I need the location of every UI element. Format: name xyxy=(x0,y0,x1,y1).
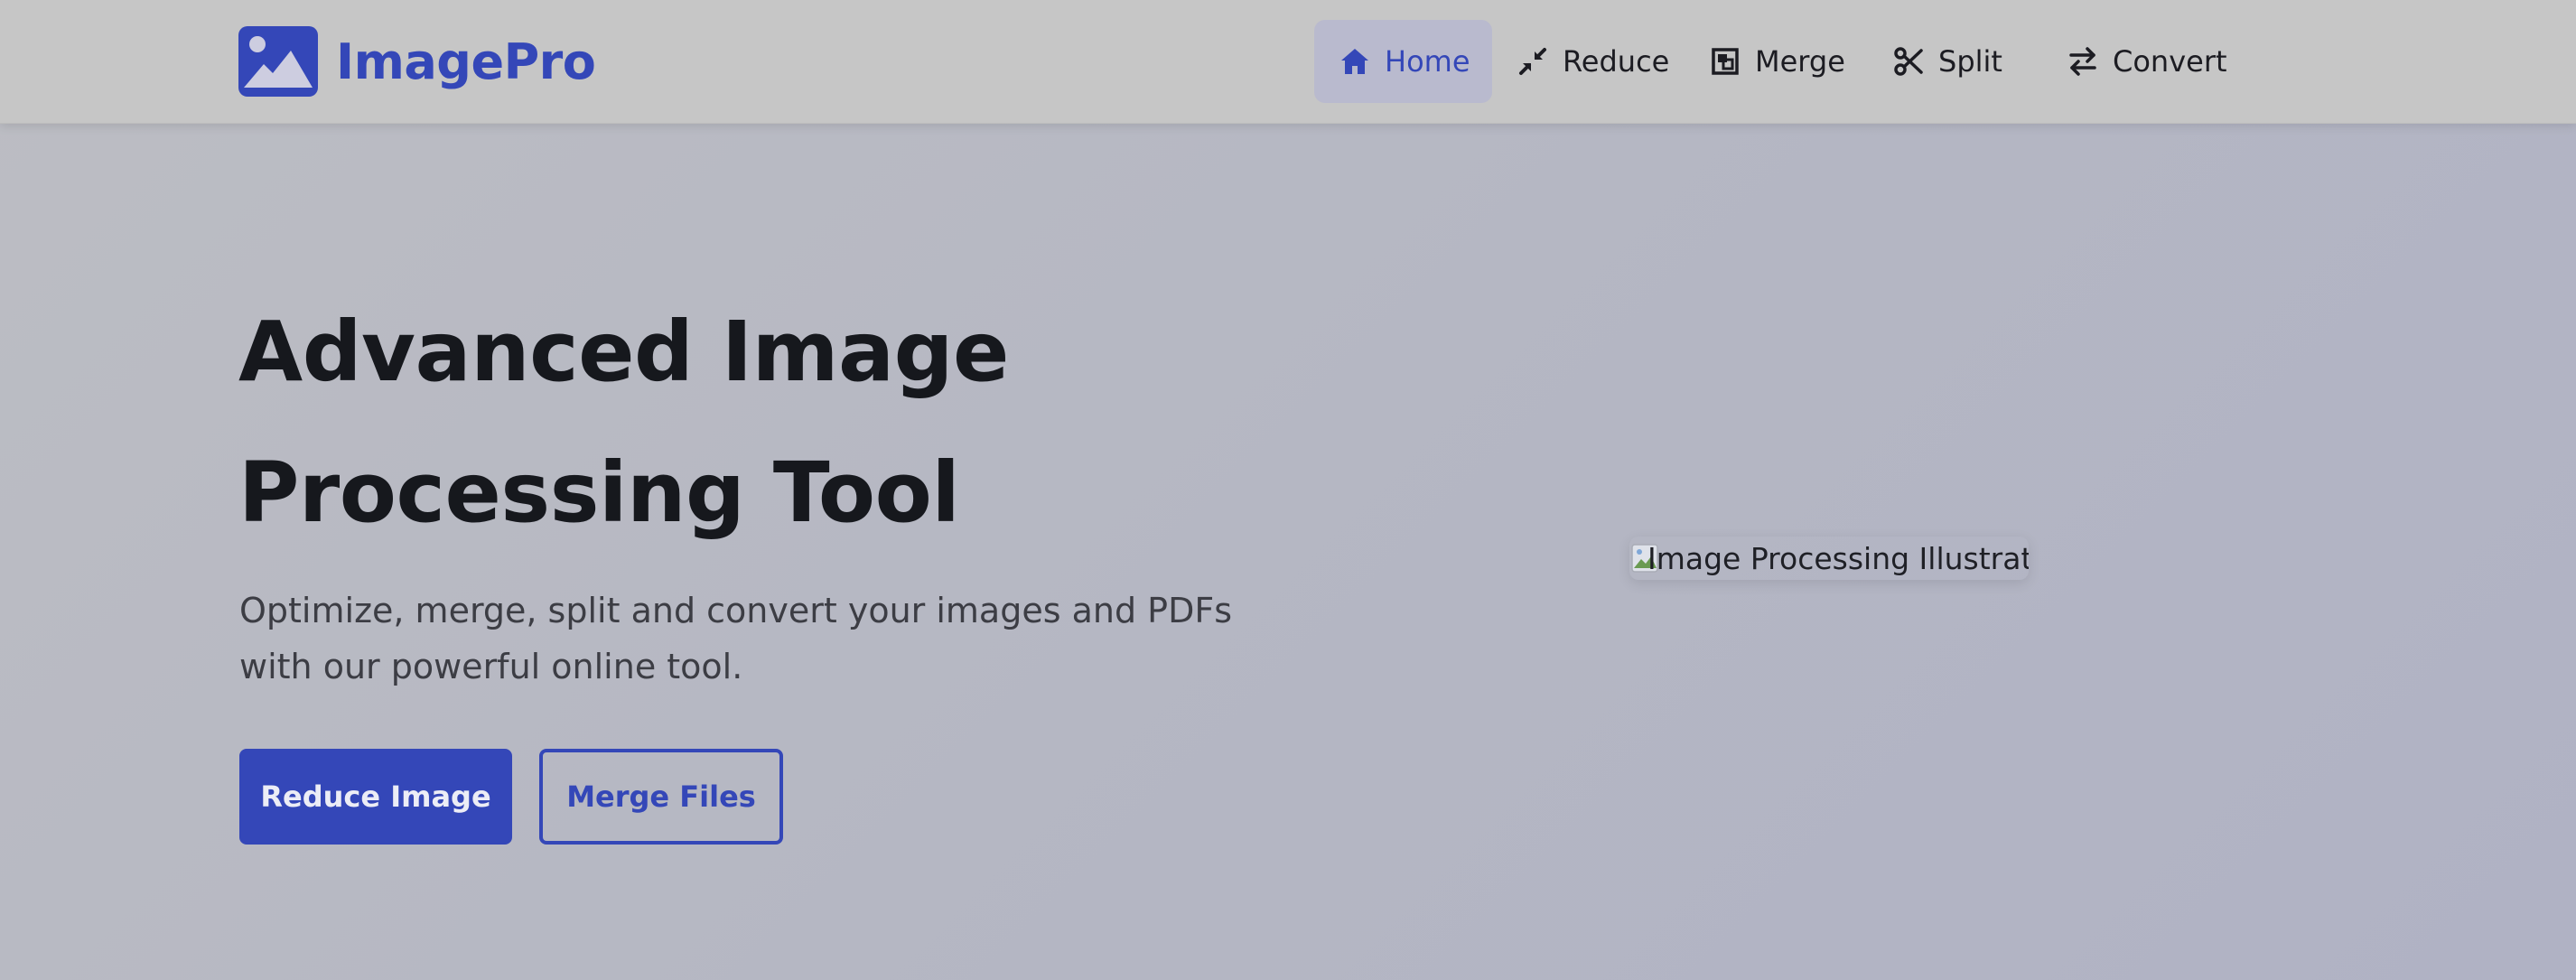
hero-subtitle: Optimize, merge, split and convert your … xyxy=(239,591,1232,686)
object-group-icon xyxy=(1712,48,1739,75)
merge-files-button[interactable]: Merge Files xyxy=(539,749,783,845)
brand-name: ImagePro xyxy=(336,33,596,90)
hero-illustration: Image Processing Illustration xyxy=(1629,537,2029,580)
hero-title: Advanced Image Processing Tool xyxy=(238,282,1009,564)
nav-label-split: Split xyxy=(1938,44,2002,79)
home-icon xyxy=(1341,49,1368,74)
nav-label-merge: Merge xyxy=(1755,44,1845,79)
nav-menu: Home Reduce Merge Split Convert xyxy=(1314,20,2227,103)
image-icon xyxy=(238,26,318,97)
nav-label-home: Home xyxy=(1385,44,1470,79)
navbar: ImagePro Home Reduce Merge Split Convert xyxy=(0,0,2576,124)
compress-icon xyxy=(1519,48,1546,75)
scissors-icon xyxy=(1894,47,1923,76)
exchange-icon xyxy=(2069,47,2096,76)
nav-item-home[interactable]: Home xyxy=(1314,20,1492,103)
hero-title-line2: Processing Tool xyxy=(238,444,960,541)
nav-item-convert[interactable]: Convert xyxy=(2042,20,2227,103)
hero-image-alt-text: Image Processing Illustration xyxy=(1647,540,2029,576)
nav-item-merge[interactable]: Merge xyxy=(1685,20,1868,103)
nav-label-convert: Convert xyxy=(2113,44,2227,79)
reduce-image-button[interactable]: Reduce Image xyxy=(239,749,512,845)
brand-link[interactable]: ImagePro xyxy=(238,25,596,98)
nav-item-reduce[interactable]: Reduce xyxy=(1492,20,1685,103)
hero-title-line1: Advanced Image xyxy=(238,303,1009,400)
nav-label-reduce: Reduce xyxy=(1563,44,1670,79)
nav-item-split[interactable]: Split xyxy=(1868,20,2042,103)
